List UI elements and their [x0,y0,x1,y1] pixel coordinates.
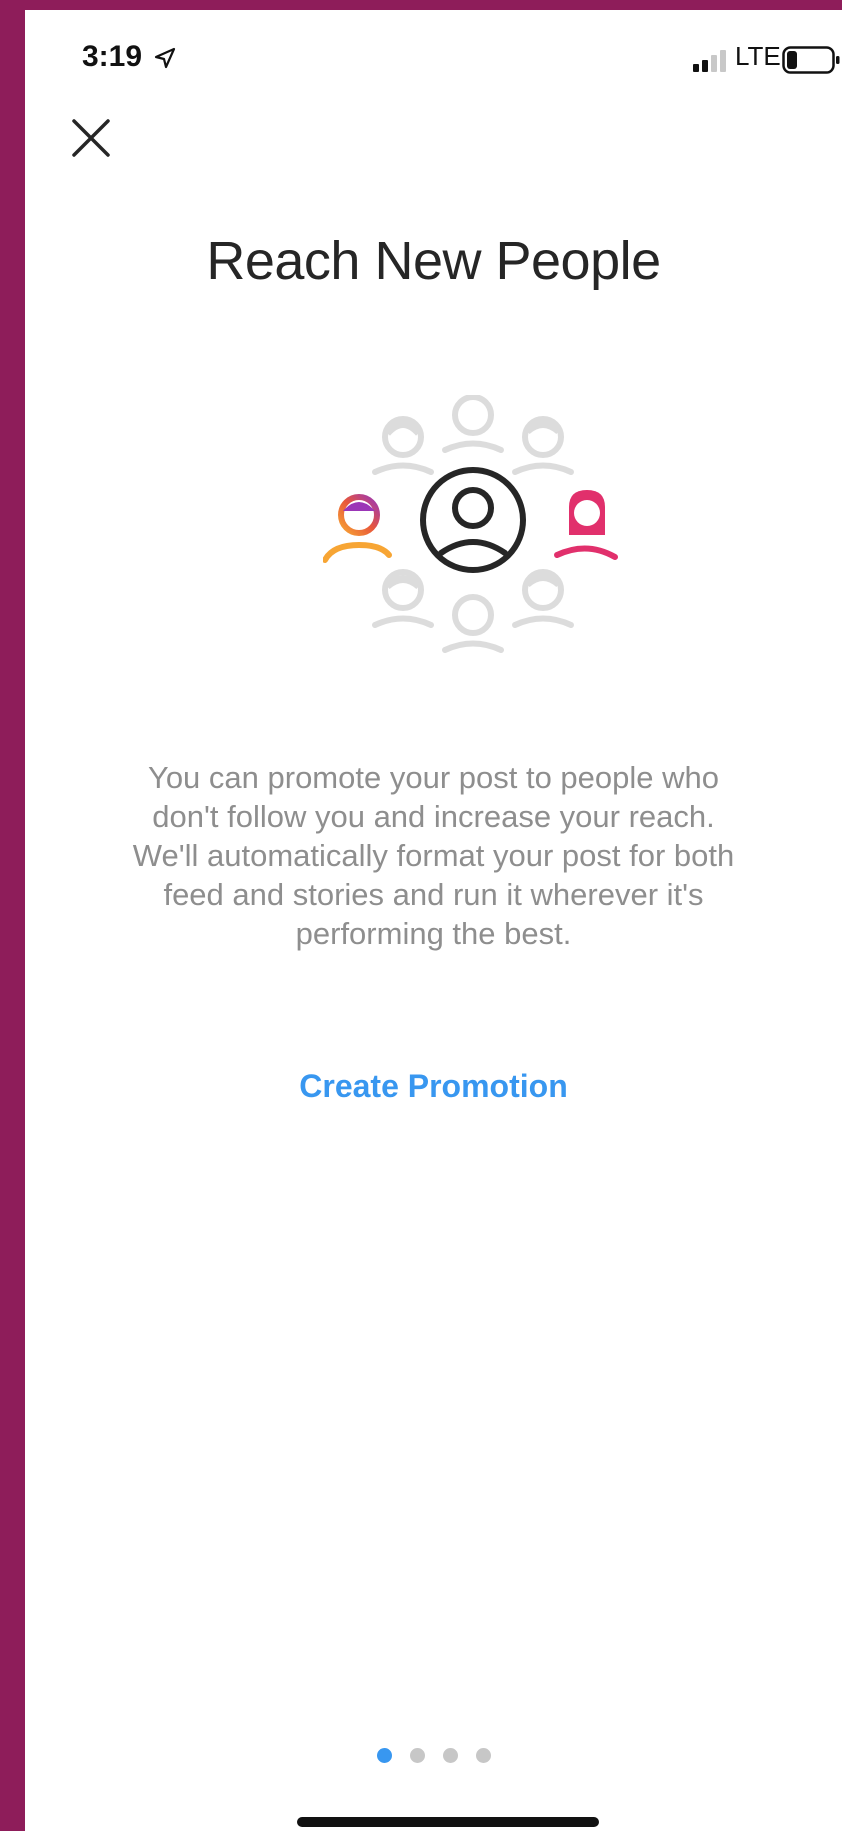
page-dot-3[interactable] [442,1748,458,1763]
signal-strength-icon [693,50,726,72]
battery-icon [782,46,840,74]
close-icon[interactable] [65,112,117,164]
location-arrow-icon [154,47,176,69]
promotion-screen: 3:19 LTE Reach New People You can promot… [25,10,842,1831]
page-dot-4[interactable] [475,1748,491,1763]
page-indicator [25,1748,842,1763]
status-bar: 3:19 LTE [25,10,842,110]
status-time: 3:19 [82,40,143,73]
create-promotion-button[interactable]: Create Promotion [25,1068,842,1105]
carrier-label: LTE [735,41,781,71]
home-indicator[interactable] [297,1817,599,1827]
page-dot-2[interactable] [409,1748,425,1763]
promotion-description: You can promote your post to people who … [132,760,735,951]
page-title: Reach New People [206,231,661,291]
page-dot-1[interactable] [376,1748,392,1763]
reach-people-illustration [323,395,618,653]
